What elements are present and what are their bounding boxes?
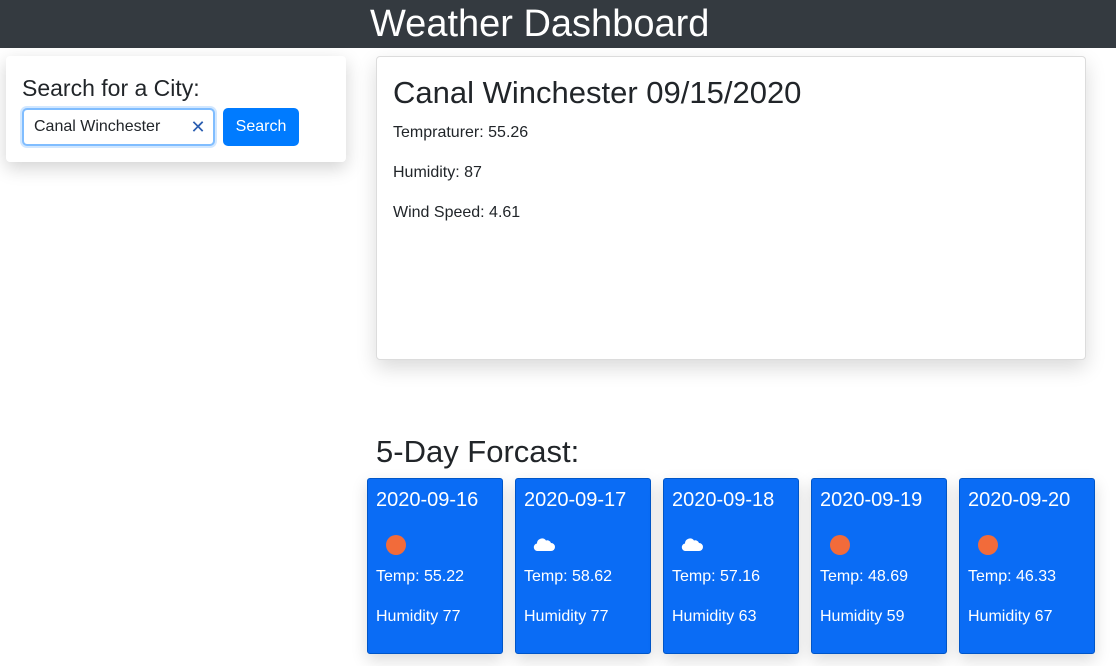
current-city-title: Canal Winchester 09/15/2020	[393, 75, 802, 110]
search-panel: Search for a City: ✕ Search	[6, 56, 346, 162]
cloud-icon	[533, 538, 555, 551]
forecast-humidity: Humidity 67	[968, 608, 1053, 625]
forecast-date: 2020-09-16	[376, 489, 479, 511]
header-bar: Weather Dashboard	[0, 0, 1116, 48]
forecast-card: 2020-09-19 Temp: 48.69 Humidity 59	[811, 478, 947, 654]
current-humidity: Humidity: 87	[393, 164, 482, 181]
sun-icon	[830, 535, 850, 555]
forecast-date: 2020-09-20	[968, 489, 1071, 511]
forecast-heading: 5-Day Forcast:	[376, 434, 580, 469]
forecast-temp: Temp: 46.33	[968, 568, 1057, 585]
forecast-temp: Temp: 48.69	[820, 568, 909, 585]
forecast-humidity: Humidity 77	[376, 608, 461, 625]
forecast-card: 2020-09-16 Temp: 55.22 Humidity 77	[367, 478, 503, 654]
forecast-humidity: Humidity 77	[524, 608, 609, 625]
forecast-date: 2020-09-19	[820, 489, 923, 511]
search-button[interactable]: Search	[223, 108, 299, 146]
forecast-date: 2020-09-17	[524, 489, 627, 511]
sun-icon	[978, 535, 998, 555]
forecast-card: 2020-09-20 Temp: 46.33 Humidity 67	[959, 478, 1095, 654]
sun-icon	[386, 535, 406, 555]
forecast-card: 2020-09-17 Temp: 58.62 Humidity 77	[515, 478, 651, 654]
forecast-card: 2020-09-18 Temp: 57.16 Humidity 63	[663, 478, 799, 654]
current-wind-speed: Wind Speed: 4.61	[393, 204, 521, 221]
clear-icon[interactable]: ✕	[189, 118, 207, 136]
forecast-temp: Temp: 58.62	[524, 568, 613, 585]
cloud-icon	[681, 538, 703, 551]
current-weather-card: Canal Winchester 09/15/2020 Tempraturer:…	[376, 56, 1086, 360]
forecast-humidity: Humidity 63	[672, 608, 757, 625]
search-field[interactable]: ✕	[22, 108, 215, 146]
current-temperature: Tempraturer: 55.26	[393, 124, 529, 141]
forecast-temp: Temp: 55.22	[376, 568, 465, 585]
forecast-temp: Temp: 57.16	[672, 568, 761, 585]
search-label: Search for a City:	[22, 75, 200, 101]
page-title: Weather Dashboard	[370, 3, 710, 45]
forecast-date: 2020-09-18	[672, 489, 775, 511]
search-input[interactable]	[24, 110, 184, 144]
forecast-humidity: Humidity 59	[820, 608, 905, 625]
